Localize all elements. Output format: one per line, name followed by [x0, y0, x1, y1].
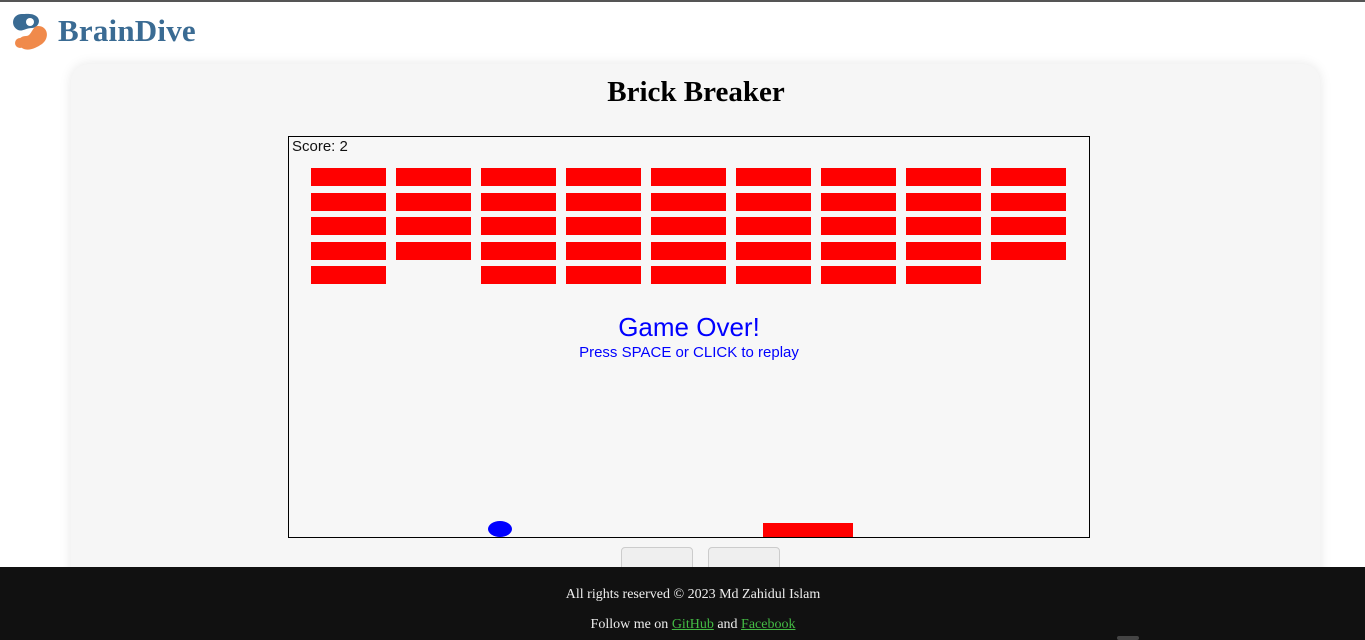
brick [396, 193, 471, 211]
brick [736, 168, 811, 186]
brick [311, 217, 386, 235]
brick [566, 217, 641, 235]
brick [991, 242, 1066, 260]
brick [396, 217, 471, 235]
score-text: Score: 2 [292, 138, 348, 155]
game-over-title: Game Over! [618, 312, 760, 342]
brick [566, 193, 641, 211]
brick [906, 242, 981, 260]
brick [906, 266, 981, 284]
site-header: BrainDive [8, 8, 196, 54]
scrollbar-thumb[interactable] [1117, 636, 1139, 640]
brick [651, 193, 726, 211]
brick [991, 193, 1066, 211]
brick [736, 242, 811, 260]
game-title: Brick Breaker [607, 76, 785, 108]
ball [488, 521, 512, 537]
brand-name[interactable]: BrainDive [58, 13, 196, 49]
brick [736, 193, 811, 211]
facebook-link[interactable]: Facebook [741, 617, 795, 632]
brick [906, 193, 981, 211]
paddle[interactable] [763, 523, 853, 537]
brick [991, 217, 1066, 235]
brick [651, 266, 726, 284]
github-link[interactable]: GitHub [672, 617, 714, 632]
brick [651, 168, 726, 186]
brick [311, 242, 386, 260]
brick [991, 168, 1066, 186]
brick [906, 217, 981, 235]
brick [821, 168, 896, 186]
brick [481, 242, 556, 260]
brick [481, 217, 556, 235]
brick [481, 266, 556, 284]
brick [651, 217, 726, 235]
brick [736, 217, 811, 235]
footer-follow: Follow me on GitHub and Facebook [0, 617, 1365, 633]
brick [481, 168, 556, 186]
brick [311, 266, 386, 284]
brick [651, 242, 726, 260]
footer-copyright: All rights reserved © 2023 Md Zahidul Is… [565, 587, 821, 602]
brick [396, 242, 471, 260]
brick [736, 266, 811, 284]
brick [396, 168, 471, 186]
brick [906, 168, 981, 186]
brick [311, 193, 386, 211]
brick [566, 242, 641, 260]
brick [566, 168, 641, 186]
brick [566, 266, 641, 284]
game-canvas[interactable]: Score: 2 Game Over! Press SPACE or CLICK… [288, 136, 1090, 538]
brick [821, 193, 896, 211]
brick [821, 266, 896, 284]
game-over-subtitle: Press SPACE or CLICK to replay [579, 344, 799, 361]
and-text: and [713, 617, 742, 632]
footer: All rights reserved © 2023 Md Zahidul Is… [0, 567, 1365, 640]
brick [821, 217, 896, 235]
braindive-logo-icon[interactable] [8, 8, 52, 54]
follow-prefix: Follow me on [590, 617, 672, 632]
brick [481, 193, 556, 211]
brick [821, 242, 896, 260]
browser-top-edge [0, 0, 1365, 2]
brick [311, 168, 386, 186]
